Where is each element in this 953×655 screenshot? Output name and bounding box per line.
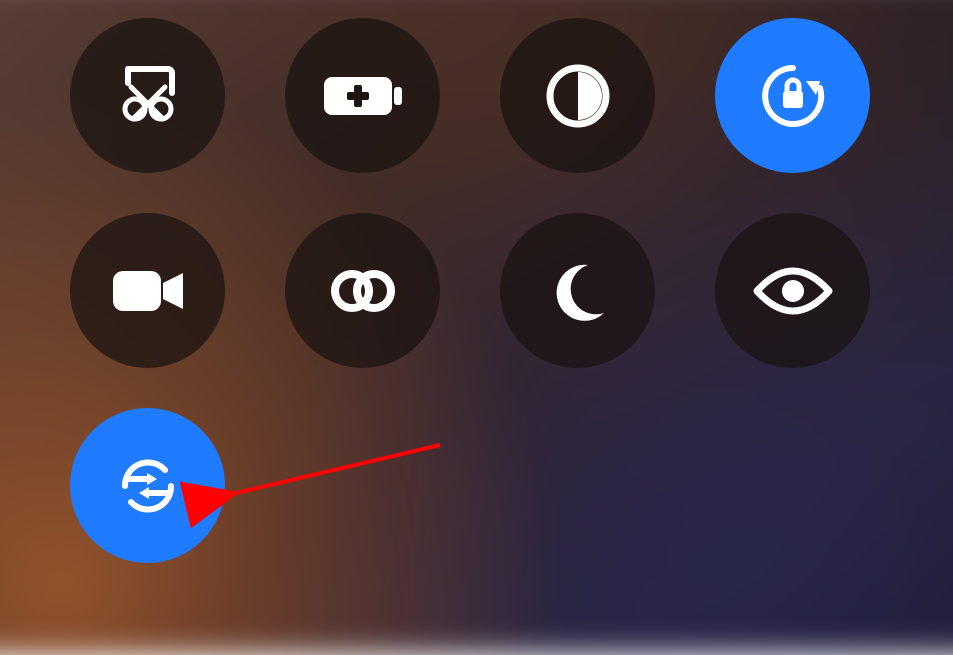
rotation-lock-icon [756, 59, 830, 133]
tile-eye-comfort[interactable] [715, 213, 870, 368]
grid-row-2 [70, 408, 870, 563]
nearby-share-icon [113, 451, 183, 521]
eye-icon [752, 265, 834, 317]
screenshot-icon [113, 61, 183, 131]
video-icon [109, 265, 187, 317]
grid-row-0 [70, 18, 870, 173]
moon-icon [546, 259, 610, 323]
quick-settings-grid [70, 18, 870, 563]
link-icon [324, 266, 402, 316]
tile-battery-saver[interactable] [285, 18, 440, 173]
battery-plus-icon [320, 71, 406, 121]
contrast-icon [543, 61, 613, 131]
tile-screen-record[interactable] [70, 213, 225, 368]
tile-dark-mode[interactable] [500, 18, 655, 173]
tile-do-not-disturb[interactable] [500, 213, 655, 368]
tile-screenshot[interactable] [70, 18, 225, 173]
grid-row-1 [70, 213, 870, 368]
tile-nearby-share[interactable] [70, 408, 225, 563]
tile-rotation-lock[interactable] [715, 18, 870, 173]
tile-nfc[interactable] [285, 213, 440, 368]
